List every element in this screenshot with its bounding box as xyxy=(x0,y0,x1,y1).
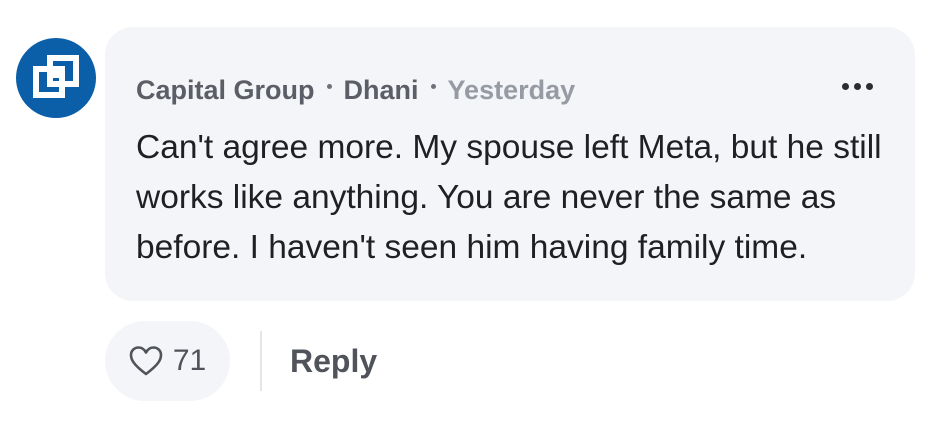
avatar[interactable] xyxy=(16,38,96,118)
more-dot xyxy=(854,83,861,90)
like-count: 71 xyxy=(172,344,207,377)
more-dot xyxy=(842,83,849,90)
heart-icon xyxy=(129,346,163,376)
separator-dot xyxy=(430,84,436,89)
comment-actions: 71 Reply xyxy=(105,321,377,401)
like-button[interactable]: 71 xyxy=(105,321,230,401)
author-name[interactable]: Dhani xyxy=(344,75,419,106)
timestamp: Yesterday xyxy=(447,75,576,105)
comment-text: Can't agree more. My spouse left Meta, b… xyxy=(136,129,882,266)
comment-meta: Capital Group Dhani Yesterday xyxy=(136,75,575,106)
reply-button[interactable]: Reply xyxy=(290,343,377,380)
action-divider xyxy=(260,331,262,391)
separator-dot xyxy=(326,84,332,89)
comment-bubble: Capital Group Dhani Yesterday Can't agre… xyxy=(105,27,915,301)
more-dot xyxy=(866,83,873,90)
comment: Capital Group Dhani Yesterday Can't agre… xyxy=(0,0,940,430)
capital-group-logo-icon xyxy=(33,55,79,98)
author-organization[interactable]: Capital Group xyxy=(136,75,315,106)
more-options-icon[interactable] xyxy=(842,83,873,90)
